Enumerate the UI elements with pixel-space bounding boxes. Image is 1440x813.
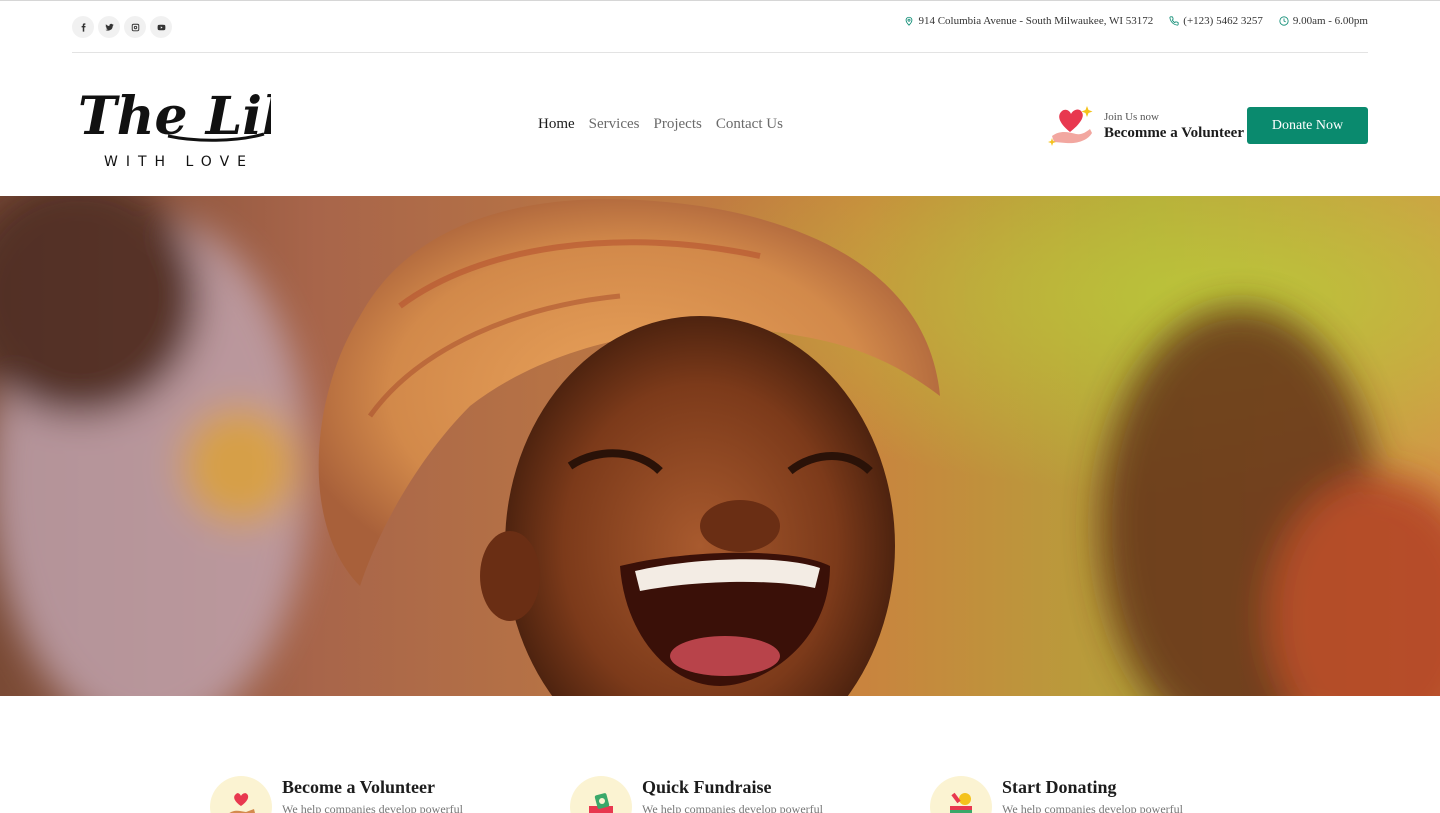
nav-home[interactable]: Home <box>538 116 575 133</box>
donate-now-button[interactable]: Donate Now <box>1247 107 1368 144</box>
features-row: Become a Volunteer We help companies dev… <box>210 776 1270 813</box>
twitter-icon <box>104 23 114 31</box>
social-links <box>72 16 172 38</box>
hero-image <box>0 196 1440 696</box>
nav-contact-us[interactable]: Contact Us <box>716 116 783 133</box>
main-nav: Home Services Projects Contact Us <box>538 116 783 133</box>
volunteer-text: Join Us now Becomme a Volunteer <box>1104 111 1244 142</box>
feature-text: Quick Fundraise We help companies develo… <box>642 776 823 813</box>
logo-line2: WITH LOVE <box>104 154 254 170</box>
nav-projects[interactable]: Projects <box>654 116 702 133</box>
feature-desc: We help companies develop powerful <box>642 802 823 813</box>
feature-text: Become a Volunteer We help companies dev… <box>282 776 463 813</box>
feature-donating[interactable]: Start Donating We help companies develop… <box>930 776 1183 813</box>
facebook-link[interactable] <box>72 16 94 38</box>
phone[interactable]: (+123) 5462 3257 <box>1169 15 1263 27</box>
phone-text: (+123) 5462 3257 <box>1183 15 1263 27</box>
nav-services[interactable]: Services <box>589 116 640 133</box>
twitter-link[interactable] <box>98 16 120 38</box>
money-box-icon <box>589 793 613 813</box>
feature-title: Start Donating <box>1002 777 1117 797</box>
feature-icon-wrap <box>930 776 992 813</box>
feature-title: Quick Fundraise <box>642 777 772 797</box>
clock-icon <box>1279 16 1289 26</box>
location-pin-icon <box>906 16 913 26</box>
feature-icon-wrap <box>570 776 632 813</box>
site-logo[interactable]: The Lilos WITH LOVE <box>76 72 346 176</box>
heart-hand-icon <box>229 793 255 813</box>
hero-photo <box>0 196 1440 696</box>
main-header: The Lilos WITH LOVE Home Services Projec… <box>72 54 1368 196</box>
volunteer-cta[interactable]: Join Us now Becomme a Volunteer <box>1046 102 1244 150</box>
feature-fundraise[interactable]: Quick Fundraise We help companies develo… <box>570 776 823 813</box>
feature-desc: We help companies develop powerful <box>1002 802 1183 813</box>
address-text: 914 Columbia Avenue - South Milwaukee, W… <box>918 15 1154 27</box>
donation-box-icon <box>950 792 972 813</box>
youtube-link[interactable] <box>150 16 172 38</box>
instagram-link[interactable] <box>124 16 146 38</box>
feature-title: Become a Volunteer <box>282 777 435 797</box>
volunteer-small: Join Us now <box>1104 110 1160 123</box>
logo-mark: The Lilos WITH LOVE <box>78 86 346 170</box>
volunteer-big: Becomme a Volunteer <box>1104 124 1244 141</box>
feature-volunteer[interactable]: Become a Volunteer We help companies dev… <box>210 776 463 813</box>
facebook-icon <box>81 22 86 32</box>
top-bar: 914 Columbia Avenue - South Milwaukee, W… <box>72 1 1368 53</box>
hours-text: 9.00am - 6.00pm <box>1292 15 1368 27</box>
contact-info: 914 Columbia Avenue - South Milwaukee, W… <box>904 15 1368 27</box>
feature-text: Start Donating We help companies develop… <box>1002 776 1183 813</box>
hours: 9.00am - 6.00pm <box>1279 15 1368 27</box>
heart-hand-icon <box>1048 106 1093 146</box>
feature-icon-wrap <box>210 776 272 813</box>
feature-desc: We help companies develop powerful <box>282 802 463 813</box>
instagram-icon <box>131 23 139 31</box>
youtube-icon <box>157 24 165 30</box>
address: 914 Columbia Avenue - South Milwaukee, W… <box>904 15 1153 27</box>
phone-icon <box>1169 16 1179 26</box>
